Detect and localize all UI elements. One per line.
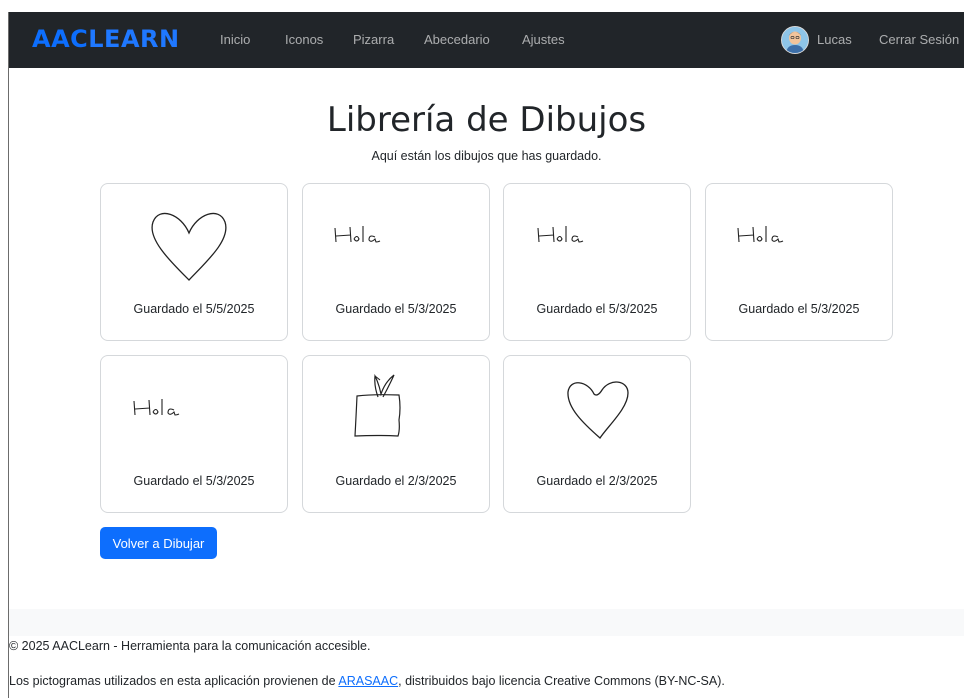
hola-drawing-icon xyxy=(537,226,584,243)
redraw-button[interactable]: Volver a Dibujar xyxy=(100,527,217,559)
drawing-card[interactable]: Guardado el 5/3/2025 xyxy=(100,355,288,513)
nav-link-ajustes[interactable]: Ajustes xyxy=(522,32,565,47)
footer-credits-prefix: Los pictogramas utilizados en esta aplic… xyxy=(9,674,339,688)
drawing-date: Guardado el 5/3/2025 xyxy=(738,302,860,316)
drawing-date: Guardado el 5/3/2025 xyxy=(335,302,457,316)
brand-part2: LEARN xyxy=(88,25,180,53)
hola-drawing-icon xyxy=(737,226,784,243)
hola-drawing-icon xyxy=(334,226,381,243)
nav-link-iconos[interactable]: Iconos xyxy=(285,32,323,47)
page-title: Librería de Dibujos xyxy=(326,100,647,140)
drawing-card[interactable]: Guardado el 2/3/2025 xyxy=(302,355,490,513)
footer-copyright: © 2025 AACLearn - Herramienta para la co… xyxy=(9,639,371,653)
footer-credits-suffix: , distribuidos bajo licencia Creative Co… xyxy=(398,674,725,688)
user-avatar[interactable] xyxy=(781,26,809,54)
drawing-date: Guardado el 5/5/2025 xyxy=(133,302,255,316)
drawing-card[interactable]: Guardado el 2/3/2025 xyxy=(503,355,691,513)
box-drawing-icon xyxy=(354,373,401,437)
user-name[interactable]: Lucas xyxy=(817,32,852,47)
heart-drawing-icon xyxy=(567,381,629,439)
window-top-margin xyxy=(0,0,964,12)
drawing-date: Guardado el 2/3/2025 xyxy=(536,474,658,488)
nav-link-abecedario[interactable]: Abecedario xyxy=(424,32,490,47)
drawing-card[interactable]: Guardado el 5/3/2025 xyxy=(705,183,893,341)
brand-logo[interactable]: AACLEARN xyxy=(32,25,180,53)
top-navbar: AACLEARN Inicio Iconos Pizarra Abecedari… xyxy=(9,12,964,68)
drawing-card[interactable]: Guardado el 5/3/2025 xyxy=(503,183,691,341)
footer-credits: Los pictogramas utilizados en esta aplic… xyxy=(9,674,725,688)
avatar-face-icon xyxy=(782,27,808,53)
drawing-card[interactable]: Guardado el 5/5/2025 xyxy=(100,183,288,341)
arasaac-link[interactable]: ARASAAC xyxy=(338,674,398,688)
brand-part1: AAC xyxy=(32,25,89,53)
drawing-card[interactable]: Guardado el 5/3/2025 xyxy=(302,183,490,341)
nav-link-inicio[interactable]: Inicio xyxy=(220,32,250,47)
nav-link-pizarra[interactable]: Pizarra xyxy=(353,32,394,47)
drawing-date: Guardado el 2/3/2025 xyxy=(335,474,457,488)
page-subtitle: Aquí están los dibujos que has guardado. xyxy=(371,149,602,163)
logout-link[interactable]: Cerrar Sesión xyxy=(879,32,959,47)
drawing-date: Guardado el 5/3/2025 xyxy=(133,474,255,488)
heart-drawing-icon xyxy=(151,212,227,281)
drawing-date: Guardado el 5/3/2025 xyxy=(536,302,658,316)
hola-drawing-icon xyxy=(133,399,180,416)
footer-band xyxy=(9,609,964,636)
